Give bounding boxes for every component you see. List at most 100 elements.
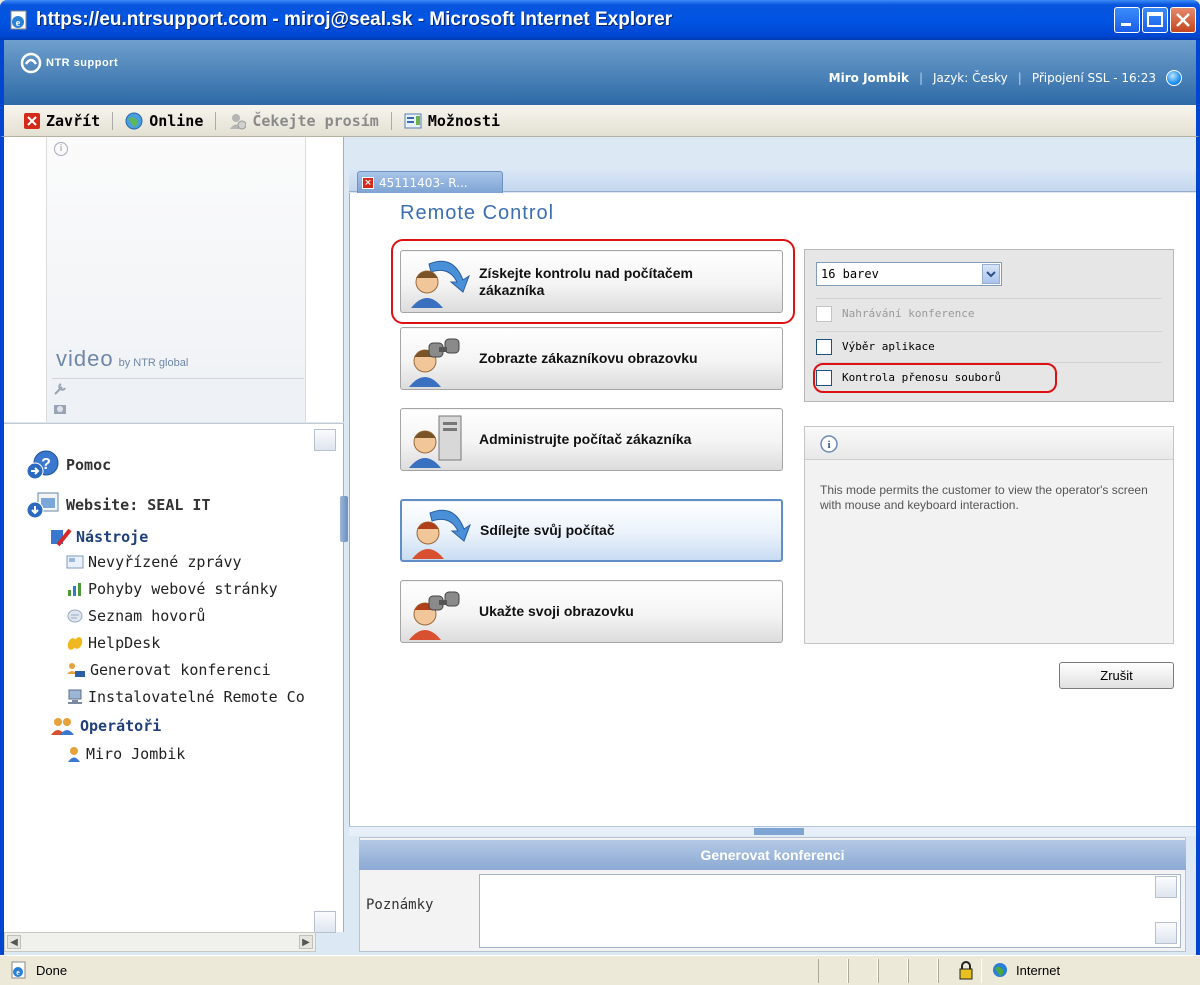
helpdesk-icon: [67, 637, 83, 650]
highlight-ring-file-transfer: [813, 363, 1057, 393]
video-logo: video by NTR global: [56, 346, 188, 372]
ntr-header: NTR support Miro Jombik | Jazyk: Česky |…: [0, 40, 1200, 105]
session-tab[interactable]: × 45111403- R...: [357, 171, 503, 193]
close-red-icon: [24, 112, 40, 129]
cancel-button[interactable]: Zrušit: [1059, 662, 1174, 689]
session-tab-label: 45111403- R...: [379, 175, 468, 190]
video-tools: [52, 378, 304, 420]
ntr-logo: NTR support: [20, 52, 118, 74]
video-logo-word: video: [56, 346, 114, 371]
scroll-right-arrow[interactable]: ▶: [299, 935, 313, 949]
tree-item-website[interactable]: Website: SEAL IT: [26, 490, 211, 520]
color-depth-select[interactable]: 16 barev: [816, 262, 1002, 286]
tree-item-label: Pohyby webové stránky: [88, 580, 278, 598]
tree-item-helpdesk[interactable]: HelpDesk: [66, 634, 160, 652]
video-logo-by: by NTR global: [118, 357, 189, 369]
camera-icon[interactable]: [52, 401, 68, 417]
tree-item-help[interactable]: ? Pomoc: [26, 450, 111, 480]
show-screen-button[interactable]: Ukažte svoji obrazovku: [400, 580, 783, 643]
header-language[interactable]: Jazyk: Česky: [933, 71, 1008, 85]
lock-icon[interactable]: [958, 960, 974, 980]
tree-item-tools[interactable]: Nástroje: [50, 527, 148, 547]
tree-horizontal-scrollbar[interactable]: ◀ ▶: [4, 932, 316, 952]
header-user: Miro Jombik: [828, 71, 909, 85]
notes-scroll-down[interactable]: [1155, 922, 1177, 944]
status-cell: [878, 959, 908, 983]
view-screen-label: Zobrazte zákazníkovu obrazovku: [479, 350, 698, 366]
conference-drag-handle[interactable]: [349, 826, 1196, 836]
internet-zone-icon: [993, 963, 1007, 977]
notes-label: Poznámky: [366, 897, 434, 913]
administer-label: Administrujte počítač zákazníka: [479, 431, 692, 447]
wrench-icon[interactable]: [52, 381, 68, 397]
ntr-logo-text: NTR support: [46, 57, 119, 69]
ie-page-icon: e: [11, 961, 26, 979]
close-icon: [1176, 13, 1190, 27]
page-title: Remote Control: [400, 202, 555, 224]
tree-item-call-list[interactable]: Seznam hovorů: [66, 607, 205, 625]
online-status-button[interactable]: Online: [125, 112, 203, 130]
info-icon[interactable]: i: [54, 142, 68, 156]
call-list-icon: [67, 609, 83, 623]
operators-label: Operátoři: [80, 717, 162, 735]
online-label: Online: [149, 111, 204, 130]
status-cell: [818, 959, 848, 983]
tree-item-web-traffic[interactable]: Pohyby webové stránky: [66, 580, 278, 598]
website-icon: [26, 492, 59, 519]
minimize-button[interactable]: [1114, 7, 1140, 33]
tree-item-pending-messages[interactable]: Nevyřízené zprávy: [66, 553, 242, 571]
status-cell: [848, 959, 878, 983]
scroll-left-arrow[interactable]: ◀: [7, 935, 21, 949]
tree-item-label: Generovat konferenci: [90, 661, 271, 679]
administer-icon: [409, 415, 462, 468]
close-window-button[interactable]: [1170, 7, 1196, 33]
app-select-label: Výběr aplikace: [842, 340, 935, 353]
binoculars-icon: [409, 338, 460, 387]
close-tab-icon[interactable]: ×: [362, 176, 374, 189]
maximize-button[interactable]: [1142, 7, 1168, 33]
options-label: Možnosti: [427, 111, 501, 130]
user-wait-icon: [230, 113, 247, 129]
options-icon: [404, 113, 422, 128]
mode-info-text: This mode permits the customer to view t…: [820, 483, 1148, 512]
notes-textarea[interactable]: [479, 874, 1181, 948]
app-select-checkbox[interactable]: [816, 338, 832, 355]
show-screen-binoculars-icon: [409, 591, 460, 640]
tree-item-operator[interactable]: Miro Jombik: [66, 745, 185, 763]
record-conference-label: Nahrávání konference: [842, 307, 975, 320]
view-screen-button[interactable]: Zobrazte zákazníkovu obrazovku: [400, 327, 783, 390]
tools-icon: [51, 528, 72, 547]
tree-item-generate-conference[interactable]: Generovat konferenci: [66, 661, 271, 679]
ntr-logo-icon: [20, 52, 42, 74]
drag-grip[interactable]: [754, 828, 804, 835]
conference-title: Generovat konferenci: [359, 840, 1186, 870]
notes-scroll-up[interactable]: [1155, 876, 1177, 898]
user-icon: [68, 747, 80, 762]
close-session-label: Zavřít: [46, 111, 101, 130]
record-conference-checkbox[interactable]: [816, 305, 832, 322]
header-connection: Připojení SSL - 16:23: [1031, 71, 1156, 85]
share-computer-icon: [412, 509, 472, 559]
share-computer-button[interactable]: Sdílejte svůj počítač: [400, 499, 783, 562]
record-conference-option[interactable]: Nahrávání konference: [816, 298, 1162, 328]
tree-scroll-down[interactable]: [314, 911, 336, 933]
app-select-option[interactable]: Výběr aplikace: [816, 331, 1162, 361]
administer-computer-button[interactable]: Administrujte počítač zákazníka: [400, 408, 783, 471]
dropdown-arrow[interactable]: [982, 264, 1000, 284]
tree-item-operators[interactable]: Operátoři: [50, 716, 161, 736]
wait-button[interactable]: Čekejte prosím: [228, 111, 379, 130]
notes-scrollbar[interactable]: [1155, 876, 1179, 946]
tree-item-installable-remote[interactable]: Instalovatelné Remote Co: [66, 688, 305, 706]
info-icon: i: [820, 435, 838, 453]
window-title-bar[interactable]: e https://eu.ntrsupport.com - miroj@seal…: [0, 0, 1200, 40]
panel-splitter[interactable]: [340, 496, 348, 542]
wait-label: Čekejte prosím: [252, 111, 379, 130]
operators-icon: [51, 718, 74, 735]
computer-icon: [68, 689, 82, 704]
close-session-button[interactable]: Zavřít: [24, 112, 100, 130]
tree-item-label: Seznam hovorů: [88, 607, 206, 625]
status-cell: [908, 959, 938, 983]
main-toolbar: Zavřít Online Čekejte prosím Možnosti: [0, 105, 1200, 137]
tree-scroll-up[interactable]: [314, 429, 336, 451]
options-button[interactable]: Možnosti: [404, 112, 500, 130]
